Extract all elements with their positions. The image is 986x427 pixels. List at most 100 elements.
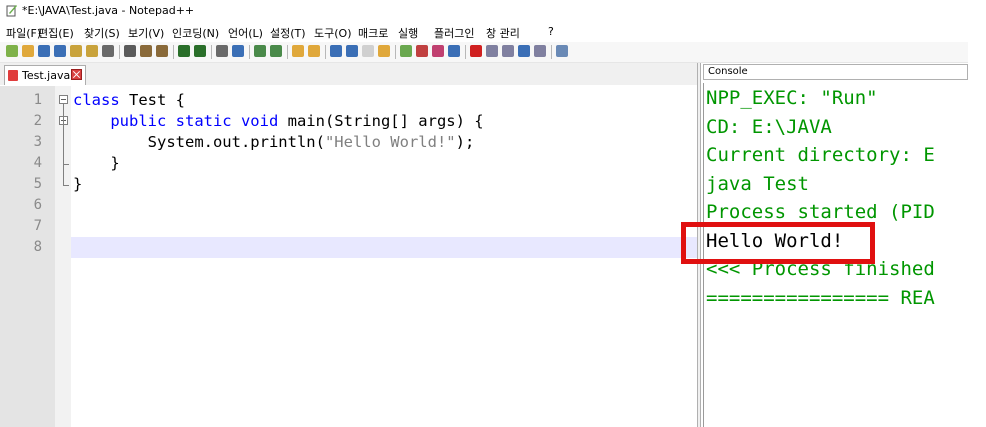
- cut-icon[interactable]: [124, 45, 136, 57]
- menu-item-9[interactable]: 실행: [398, 25, 418, 41]
- menu-item-4[interactable]: 인코딩(N): [172, 25, 219, 41]
- code-token: main(String[] args) {: [278, 112, 484, 130]
- record-macro-icon[interactable]: [470, 45, 482, 57]
- menu-item-0[interactable]: 파일(F): [6, 25, 41, 41]
- toolbar: [0, 42, 968, 63]
- window-title: *E:\JAVA\Test.java - Notepad++: [22, 4, 195, 17]
- show-all-chars-icon[interactable]: [346, 45, 358, 57]
- fold-collapse-icon[interactable]: [59, 95, 68, 104]
- line-number: 3: [33, 134, 42, 150]
- code-token: }: [73, 175, 83, 193]
- console-icon[interactable]: [556, 45, 568, 57]
- paste-icon[interactable]: [156, 45, 168, 57]
- toolbar-separator: [173, 45, 174, 59]
- code-line: class Test {: [73, 90, 185, 111]
- console-line: CD: E:\JAVA: [706, 115, 832, 138]
- fold-end-marker: [63, 164, 69, 165]
- notepad-plus-plus-icon: [6, 5, 17, 17]
- tab-label: Test.java: [22, 69, 71, 82]
- menu-item-10[interactable]: 플러그인: [434, 25, 474, 41]
- code-line: public static void main(String[] args) {: [73, 111, 484, 132]
- new-file-icon[interactable]: [6, 45, 18, 57]
- copy-icon[interactable]: [140, 45, 152, 57]
- udl-icon[interactable]: [432, 45, 444, 57]
- menu-item-8[interactable]: 매크로: [358, 25, 388, 41]
- title-bar: *E:\JAVA\Test.java - Notepad++: [0, 0, 986, 22]
- close-all-icon[interactable]: [86, 45, 98, 57]
- monitor-icon[interactable]: [448, 45, 460, 57]
- toolbar-separator: [395, 45, 396, 59]
- menu-item-2[interactable]: 찾기(S): [84, 25, 120, 41]
- menu-item-5[interactable]: 언어(L): [228, 25, 263, 41]
- find-icon[interactable]: [216, 45, 228, 57]
- print-icon[interactable]: [102, 45, 114, 57]
- indent-guide-icon[interactable]: [362, 45, 374, 57]
- console-line: NPP_EXEC: "Run": [706, 87, 878, 109]
- redo-icon[interactable]: [194, 45, 206, 57]
- line-number: 5: [33, 176, 42, 192]
- menu-item-3[interactable]: 보기(V): [128, 25, 164, 41]
- line-number-gutter: 1 2 3 4 5 6 7 8: [0, 86, 55, 427]
- toolbar-separator: [249, 45, 250, 59]
- replace-icon[interactable]: [232, 45, 244, 57]
- stop-macro-icon[interactable]: [486, 45, 498, 57]
- keyword-token: public static void: [110, 112, 279, 130]
- line-number: 1: [33, 92, 42, 108]
- menu-item-7[interactable]: 도구(O): [314, 25, 351, 41]
- fold-line: [63, 104, 64, 185]
- console-line: Current directory: E: [706, 144, 935, 166]
- zoom-out-icon[interactable]: [270, 45, 282, 57]
- toolbar-separator: [325, 45, 326, 59]
- close-icon[interactable]: [70, 45, 82, 57]
- function-list-icon[interactable]: [416, 45, 428, 57]
- save-icon[interactable]: [38, 45, 50, 57]
- code-token: }: [73, 154, 120, 172]
- console-line: ================ REA: [706, 286, 935, 309]
- folder-as-workspace-icon[interactable]: [378, 45, 390, 57]
- code-token: );: [455, 133, 475, 151]
- hello-world-highlight-box: [681, 222, 875, 264]
- code-line: }: [73, 174, 82, 195]
- toolbar-separator: [119, 45, 120, 59]
- console-line: java Test: [706, 172, 809, 195]
- toolbar-separator: [287, 45, 288, 59]
- save-all-icon[interactable]: [54, 45, 66, 57]
- menu-item-11[interactable]: 창 관리: [486, 25, 520, 41]
- modified-file-icon: [8, 70, 18, 81]
- close-tab-icon[interactable]: [71, 69, 82, 80]
- code-line: System.out.println("Hello World!");: [73, 132, 475, 153]
- document-map-icon[interactable]: [400, 45, 412, 57]
- run-macro-multiple-icon[interactable]: [518, 45, 530, 57]
- toolbar-separator: [211, 45, 212, 59]
- open-file-icon[interactable]: [22, 45, 34, 57]
- tab-test-java[interactable]: Test.java: [4, 65, 86, 85]
- fold-end-marker: [63, 185, 69, 186]
- code-token: System.out.println(: [73, 133, 325, 151]
- line-number: 8: [33, 239, 42, 255]
- menu-bar: 파일(F) 편집(E) 찾기(S) 보기(V) 인코딩(N) 언어(L) 설정(T) 도구(O…: [0, 23, 986, 41]
- undo-icon[interactable]: [178, 45, 190, 57]
- code-line: }: [73, 153, 120, 174]
- save-macro-icon[interactable]: [534, 45, 546, 57]
- console-title: Console: [708, 66, 748, 77]
- toolbar-separator: [465, 45, 466, 59]
- menu-item-12[interactable]: ?: [548, 25, 554, 38]
- current-line-highlight: [71, 237, 697, 258]
- word-wrap-icon[interactable]: [330, 45, 342, 57]
- menu-item-6[interactable]: 설정(T): [270, 25, 306, 41]
- sync-v-icon[interactable]: [292, 45, 304, 57]
- tab-bar: Test.java: [0, 63, 700, 85]
- menu-item-1[interactable]: 편집(E): [38, 25, 74, 41]
- line-number: 2: [33, 113, 42, 129]
- code-editor[interactable]: 1 2 3 4 5 6 7 8 class Test { public static void…: [0, 86, 697, 427]
- keyword-token: class: [73, 91, 120, 109]
- sync-h-icon[interactable]: [308, 45, 320, 57]
- console-panel-header: Console: [703, 64, 968, 80]
- line-number: 7: [33, 218, 42, 234]
- string-token: "Hello World!": [324, 133, 456, 151]
- play-macro-icon[interactable]: [502, 45, 514, 57]
- line-number: 4: [33, 155, 42, 171]
- zoom-in-icon[interactable]: [254, 45, 266, 57]
- code-token: Test {: [119, 91, 185, 109]
